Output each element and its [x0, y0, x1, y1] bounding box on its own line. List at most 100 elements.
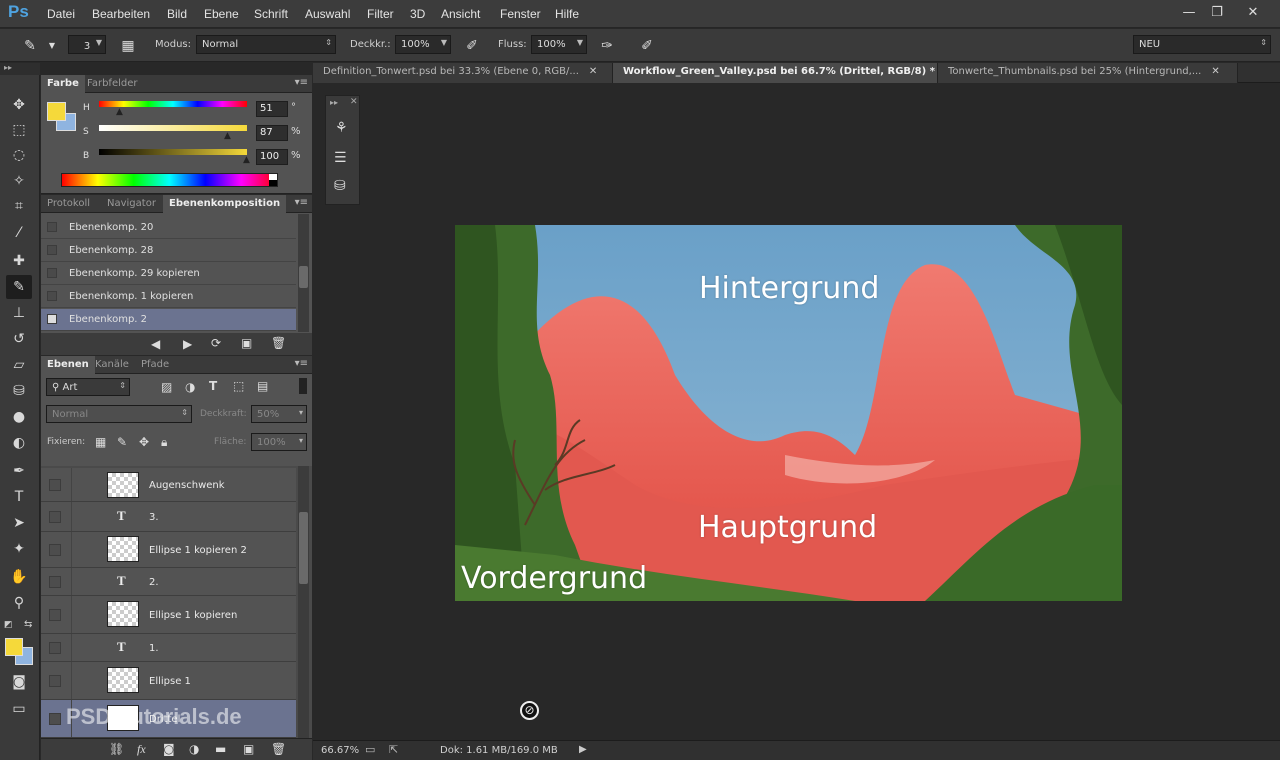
tab-pfade[interactable]: Pfade [135, 356, 175, 374]
s-value[interactable]: 87 [256, 125, 288, 141]
brush-panel-icon[interactable]: ☰ [334, 150, 347, 166]
type-tool-icon[interactable]: T [6, 485, 32, 509]
visibility-toggle[interactable] [49, 713, 61, 725]
tab-navigator[interactable]: Navigator [101, 195, 162, 213]
history-brush-tool-icon[interactable]: ↺ [6, 327, 32, 351]
pressure-size-icon[interactable]: ✐ [637, 36, 657, 56]
layers-scroll-thumb[interactable] [299, 512, 308, 584]
comp-active-icon[interactable] [47, 314, 57, 324]
brush-size-box[interactable]: 3 ▼ [68, 35, 106, 54]
color-ramp[interactable] [61, 173, 278, 187]
brightness-slider[interactable] [99, 149, 247, 155]
filter-pixel-icon[interactable]: ▨ [161, 380, 172, 394]
brush-tool-icon[interactable]: ✎ [6, 275, 32, 299]
restore-button[interactable]: ❐ [1204, 3, 1230, 23]
previous-comp-icon[interactable]: ◀ [151, 337, 160, 351]
crop-tool-icon[interactable]: ⌗ [6, 194, 32, 218]
new-group-icon[interactable]: ▬ [215, 742, 226, 756]
filter-shape-icon[interactable]: ⬚ [233, 379, 244, 393]
visibility-toggle[interactable] [49, 642, 61, 654]
add-mask-icon[interactable]: ◙ [163, 742, 175, 756]
quick-selection-tool-icon[interactable]: ✧ [6, 169, 32, 193]
doc-tab-active[interactable]: Workflow_Green_Valley.psd bei 66.7% (Dri… [613, 63, 953, 83]
layer-row[interactable]: T 2. [41, 568, 296, 596]
zoom-level[interactable]: 66.67% [321, 745, 359, 756]
menu-bild[interactable]: Bild [167, 7, 187, 21]
fx-icon[interactable]: fx [137, 742, 146, 757]
lock-transparent-icon[interactable]: ▦ [95, 435, 106, 449]
flow-input[interactable]: 100% ▼ [531, 35, 587, 54]
comp-row[interactable]: Ebenenkomp. 20 [41, 217, 296, 239]
tab-farbfelder[interactable]: Farbfelder [81, 75, 143, 93]
b-value[interactable]: 100 [256, 149, 288, 165]
clone-source-icon[interactable]: ⛁ [334, 178, 346, 194]
fill-input[interactable]: 100% ▾ [251, 433, 307, 451]
menu-ebene[interactable]: Ebene [204, 7, 239, 21]
eyedropper-tool-icon[interactable]: ⁄ [6, 221, 32, 245]
panel-menu-icon[interactable]: ▾≡ [295, 358, 308, 369]
healing-brush-tool-icon[interactable]: ✚ [6, 249, 32, 273]
trash-icon[interactable]: 🗑 [271, 742, 286, 756]
custom-shape-tool-icon[interactable]: ✦ [6, 537, 32, 561]
filter-type-icon[interactable]: T [209, 379, 217, 393]
timeline-icon[interactable]: ▭ [365, 743, 375, 756]
close-icon[interactable]: ✕ [1211, 66, 1219, 77]
marquee-tool-icon[interactable]: ⬚ [6, 118, 32, 142]
close-icon[interactable]: ✕ [589, 66, 597, 77]
layer-row[interactable]: Ellipse 1 [41, 662, 296, 700]
comp-row[interactable]: Ebenenkomp. 29 kopieren [41, 263, 296, 285]
h-value[interactable]: 51 [256, 101, 288, 117]
expand-icon[interactable]: ▸▸ [330, 98, 338, 107]
layer-row[interactable]: T 3. [41, 502, 296, 532]
paint-bucket-tool-icon[interactable]: ⛁ [6, 379, 32, 403]
menu-filter[interactable]: Filter [367, 7, 394, 21]
mode-select[interactable]: Normal ⇕ [196, 35, 336, 54]
blur-tool-icon[interactable]: ● [6, 405, 32, 429]
menu-schrift[interactable]: Schrift [254, 7, 288, 21]
brush-preset-icon[interactable]: ✎ [20, 36, 40, 56]
airbrush-icon[interactable]: ✑ [597, 36, 617, 56]
swap-colors-icon[interactable]: ⇆ [24, 619, 32, 630]
next-comp-icon[interactable]: ▶ [183, 337, 192, 351]
doc-tab[interactable]: Definition_Tonwert.psd bei 33.3% (Ebene … [313, 63, 613, 83]
brush-presets-icon[interactable]: ⚘ [335, 120, 348, 136]
comps-scrollbar[interactable] [298, 214, 309, 332]
hand-tool-icon[interactable]: ✋ [6, 565, 32, 589]
screen-mode-icon[interactable]: ▭ [6, 697, 32, 721]
lock-all-icon[interactable]: 🔒︎ [161, 435, 167, 450]
comp-apply-checkbox[interactable] [47, 291, 57, 301]
default-colors-icon[interactable]: ◩ [4, 620, 13, 630]
comp-apply-checkbox[interactable] [47, 222, 57, 232]
status-menu-arrow-icon[interactable]: ▶ [579, 744, 587, 755]
foreground-color-swatch[interactable] [5, 638, 23, 656]
lasso-tool-icon[interactable]: ◌ [6, 143, 32, 167]
black-swatch[interactable] [269, 180, 277, 186]
menu-bearbeiten[interactable]: Bearbeiten [92, 7, 150, 21]
new-layer-icon[interactable]: ▣ [243, 742, 254, 756]
path-selection-tool-icon[interactable]: ➤ [6, 511, 32, 535]
document-image[interactable]: Hintergrund Hauptgrund Vordergrund [455, 225, 1122, 601]
visibility-toggle[interactable] [49, 609, 61, 621]
tab-kanaele[interactable]: Kanäle [89, 356, 135, 374]
comps-scroll-thumb[interactable] [299, 266, 308, 288]
quick-mask-icon[interactable]: ◙ [6, 670, 32, 694]
panel-menu-icon[interactable]: ▾≡ [295, 77, 308, 88]
visibility-toggle[interactable] [49, 576, 61, 588]
lock-image-icon[interactable]: ✎ [117, 435, 127, 449]
panel-menu-icon[interactable]: ▾≡ [295, 197, 308, 208]
lock-position-icon[interactable]: ✥ [139, 435, 149, 449]
layers-scrollbar[interactable] [298, 466, 309, 738]
dodge-tool-icon[interactable]: ◐ [6, 431, 32, 455]
brightness-slider-handle[interactable]: ▲ [243, 155, 250, 165]
menu-hilfe[interactable]: Hilfe [555, 7, 579, 21]
blend-mode-select[interactable]: Normal ⇕ [46, 405, 192, 423]
saturation-slider-handle[interactable]: ▲ [224, 131, 231, 141]
layer-row[interactable]: Augenschwenk [41, 468, 296, 502]
layer-row[interactable]: Ellipse 1 kopieren [41, 596, 296, 634]
menu-ansicht[interactable]: Ansicht [441, 7, 480, 21]
tab-ebenenkomposition[interactable]: Ebenenkomposition [163, 195, 287, 213]
foreground-color-swatch[interactable] [47, 102, 66, 121]
adjustment-layer-icon[interactable]: ◑ [189, 742, 199, 756]
brush-preset-dropdown-icon[interactable]: ▼ [42, 36, 62, 56]
layer-row[interactable]: T 1. [41, 634, 296, 662]
